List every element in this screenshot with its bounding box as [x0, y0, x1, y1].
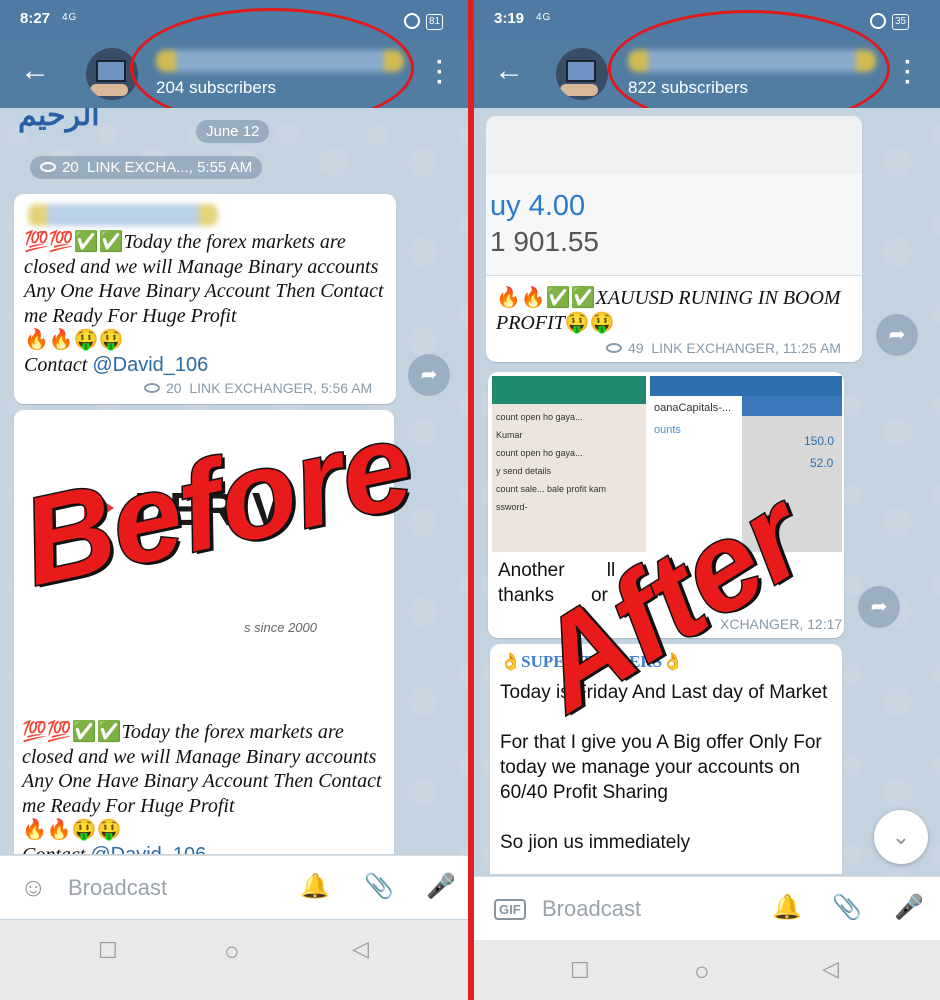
deriv-logo-text: DERIV	[134, 483, 285, 535]
notification-bell-icon[interactable]: 🔔	[300, 872, 330, 901]
before-screenshot: 8:27 4G 81 ← 204 subscribers · · · الرحيم …	[0, 0, 468, 1000]
microphone-icon[interactable]: 🎤	[426, 872, 456, 901]
recents-icon[interactable]: ☐	[98, 938, 118, 964]
deriv-image[interactable]: DERIV s since 2000	[14, 410, 394, 710]
message-text: Today is Friday And Last day of Market F…	[500, 682, 828, 853]
network-indicator: 4G	[536, 12, 552, 23]
gif-icon[interactable]: GIF	[494, 899, 526, 920]
sender-name-blurred	[28, 204, 218, 226]
views-eye-icon	[144, 383, 160, 394]
microphone-icon[interactable]: 🎤	[894, 893, 924, 922]
message-meta: 20 LINK EXCHANGER, 5:56 AM	[144, 380, 372, 396]
views-eye-icon	[40, 162, 56, 173]
message-bubble[interactable]: DERIV s since 2000 💯💯✅✅Today the forex m…	[14, 410, 394, 854]
price-screenshot[interactable]: uy 4.00 1 901.55	[486, 116, 862, 276]
channel-avatar[interactable]	[556, 48, 608, 100]
back-nav-icon[interactable]: ◁	[352, 936, 369, 962]
message-text: Another ll thanks or	[498, 560, 616, 606]
home-icon[interactable]: ○	[694, 956, 710, 987]
ask-price: 1 901.55	[490, 226, 599, 257]
sender-header: 👌SUPER TRADERS👌	[500, 652, 684, 671]
deriv-logo-icon	[84, 488, 114, 528]
message-bubble[interactable]: count open ho gaya... Kumar count open h…	[488, 372, 844, 638]
attach-icon[interactable]: 📎	[364, 872, 394, 901]
arabic-calligraphy: الرحيم	[18, 108, 100, 133]
forward-icon[interactable]: ➦	[408, 354, 450, 396]
date-pill: June 12	[196, 120, 270, 143]
after-screenshot: 3:19 4G 35 ← 822 subscribers · · · uy 4.00…	[474, 0, 940, 1000]
message-text: 💯💯✅✅Today the forex markets are closed a…	[22, 720, 388, 854]
battery-indicator: 81	[426, 14, 444, 30]
message-meta: 49 LINK EXCHANGER, 11:25 AM	[606, 340, 841, 356]
system-nav-bar: ☐ ○ ◁	[474, 940, 940, 1000]
message-text: 💯💯✅✅Today the forex markets are closed a…	[24, 231, 384, 376]
forward-icon[interactable]: ➦	[876, 314, 918, 356]
back-arrow-icon[interactable]: ←	[494, 56, 524, 86]
status-time: 3:19	[494, 10, 525, 27]
previous-message-meta: 20 LINK EXCHA..., 5:55 AM	[30, 156, 263, 179]
recents-icon[interactable]: ☐	[570, 958, 590, 984]
alarm-icon	[870, 13, 886, 29]
deriv-tagline: s since 2000	[244, 620, 317, 635]
network-indicator: 4G	[62, 12, 78, 23]
attach-icon[interactable]: 📎	[832, 893, 862, 922]
system-nav-bar: ☐ ○ ◁	[0, 920, 468, 1000]
views-eye-icon	[606, 343, 622, 354]
broadcast-input[interactable]: Broadcast	[542, 896, 641, 922]
message-bubble[interactable]: 💯💯✅✅Today the forex markets are closed a…	[14, 194, 396, 404]
contact-link[interactable]: @David_106	[90, 844, 206, 855]
app-screenshot-b[interactable]: oanaCapitals-... ounts 150.0 52.0	[650, 376, 842, 552]
message-bubble[interactable]: 👌SUPER TRADERS👌 Today is Friday And Last…	[490, 644, 842, 874]
buy-price: uy 4.00	[490, 190, 586, 222]
broadcast-input[interactable]: Broadcast	[68, 875, 167, 901]
notification-bell-icon[interactable]: 🔔	[772, 893, 802, 922]
status-time: 8:27	[20, 10, 51, 27]
message-meta: XCHANGER, 12:17 PM	[720, 616, 844, 632]
emoji-icon[interactable]: ☺	[20, 872, 47, 903]
more-menu-icon[interactable]: · · ·	[904, 51, 912, 95]
message-input-bar: GIF Broadcast 🔔 📎 🎤	[474, 876, 940, 940]
message-text: 🔥🔥✅✅XAUUSD RUNING IN BOOM PROFIT🤑🤑	[496, 287, 841, 334]
contact-link[interactable]: @David_106	[92, 354, 208, 376]
message-bubble[interactable]: uy 4.00 1 901.55 🔥🔥✅✅XAUUSD RUNING IN BO…	[486, 116, 862, 362]
back-nav-icon[interactable]: ◁	[822, 956, 839, 982]
home-icon[interactable]: ○	[224, 936, 240, 967]
scroll-down-icon[interactable]: ⌄	[874, 810, 928, 864]
chat-area: الرحيم June 12 20 LINK EXCHA..., 5:55 AM…	[0, 108, 468, 854]
battery-indicator: 35	[892, 14, 910, 30]
forward-icon[interactable]: ➦	[858, 586, 900, 628]
whatsapp-screenshot-a[interactable]: count open ho gaya... Kumar count open h…	[492, 376, 646, 552]
back-arrow-icon[interactable]: ←	[20, 56, 50, 86]
more-menu-icon[interactable]: · · ·	[436, 51, 444, 95]
chat-area: uy 4.00 1 901.55 🔥🔥✅✅XAUUSD RUNING IN BO…	[474, 108, 940, 874]
message-input-bar: ☺ Broadcast 🔔 📎 🎤	[0, 855, 468, 919]
alarm-icon	[404, 13, 420, 29]
